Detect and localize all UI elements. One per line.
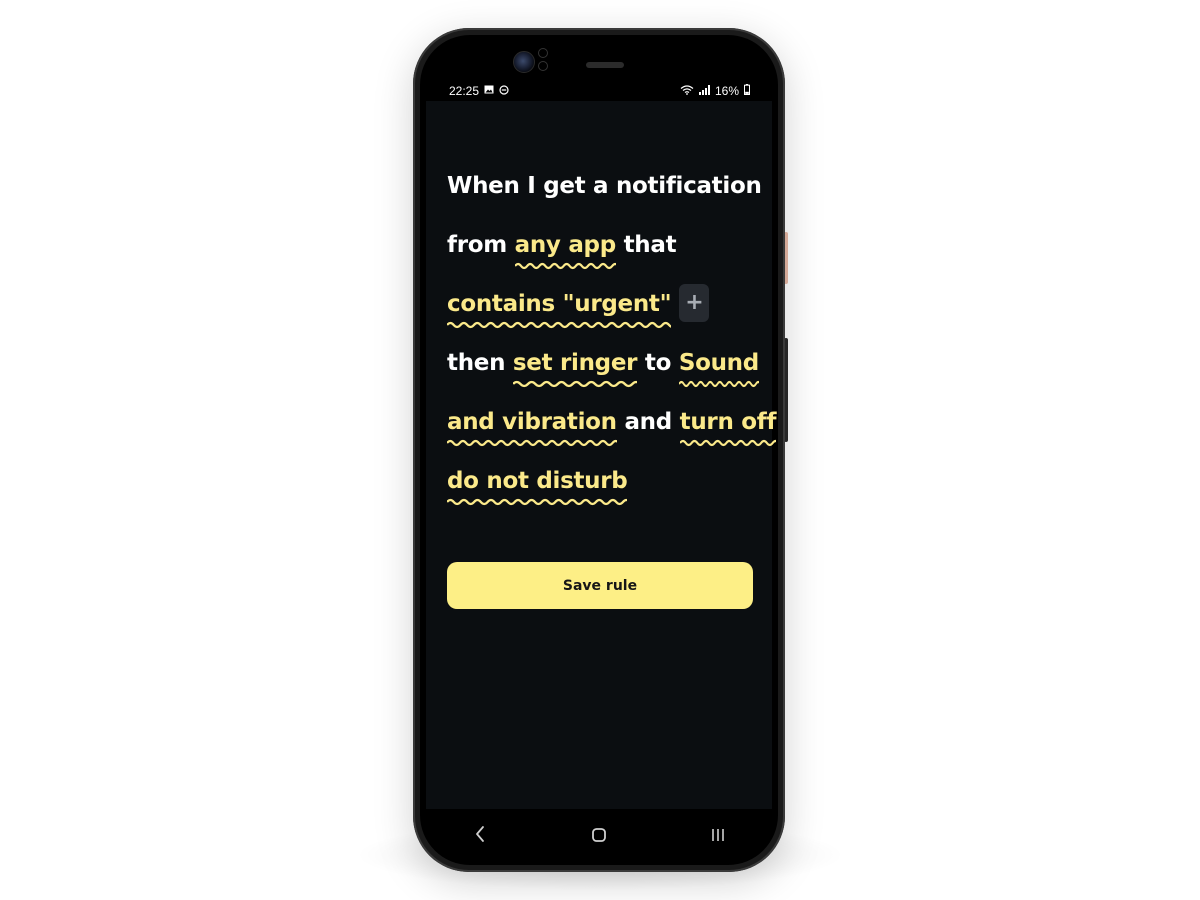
status-right: 16% [680,84,750,98]
rule-text: then [447,350,506,376]
token-label: turn off [679,409,777,435]
home-button[interactable] [569,817,629,857]
phone-frame: 22:25 16% When I get a notification from… [413,28,785,872]
sensor-icon [538,48,548,71]
gallery-icon [484,85,494,97]
status-left: 22:25 [449,84,509,98]
ringer-mode-token[interactable]: Sound [678,350,759,388]
rule-text: and [624,409,672,435]
dnd-icon [499,84,509,98]
token-label: do not disturb [447,468,628,494]
rule-sentence: When I get a notification from any app t… [447,157,776,511]
chevron-left-icon [474,825,486,849]
dnd-action-token[interactable]: turn off [679,409,777,447]
stage: 22:25 16% When I get a notification from… [0,0,1200,900]
rule-line-2: from any app that [447,216,762,275]
battery-percent: 16% [714,84,739,98]
squiggle-underline [679,439,777,447]
status-time: 22:25 [449,84,480,98]
rule-text: that [623,232,677,258]
rule-line-3: contains "urgent" + [447,275,762,334]
app-selector-token[interactable]: any app [514,232,617,270]
rule-line-4: then set ringer to Sound [447,334,762,393]
token-label: contains "urgent" [447,291,672,317]
squiggle-underline [678,380,759,388]
add-condition-button[interactable]: + [679,283,710,322]
rule-text: from [447,232,507,258]
home-square-icon [591,826,607,849]
dnd-target-token[interactable]: do not disturb [447,468,628,506]
phone-display: 22:25 16% When I get a notification from… [420,35,778,865]
earpiece [586,62,624,68]
save-rule-button[interactable]: Save rule [447,562,753,609]
token-label: set ringer [512,350,638,376]
battery-icon [744,84,750,98]
squiggle-underline [447,321,672,329]
signal-icon [698,84,710,98]
back-button[interactable] [450,817,510,857]
squiggle-underline [514,262,616,270]
ringer-mode-token-continued[interactable]: and vibration [447,409,617,447]
front-camera-icon [513,51,535,73]
recents-bars-icon [710,826,726,849]
rule-text: When I get a notification [447,173,762,199]
recents-button[interactable] [688,817,748,857]
condition-token[interactable]: contains "urgent" [447,291,672,329]
token-label: Sound [678,350,759,376]
squiggle-underline [447,498,628,506]
squiggle-underline [447,439,617,447]
system-nav-bar [420,809,778,865]
rule-line-6: do not disturb [447,452,762,511]
rule-line-5: and vibration and turn off [447,393,776,452]
rule-line-1: When I get a notification [447,157,762,216]
action-token[interactable]: set ringer [512,350,638,388]
squiggle-underline [512,380,638,388]
status-bar: 22:25 16% [449,83,750,99]
wifi-icon [680,84,694,98]
token-label: and vibration [447,409,617,435]
rule-text: to [644,350,672,376]
app-screen: When I get a notification from any app t… [426,101,776,809]
token-label: any app [514,232,617,258]
